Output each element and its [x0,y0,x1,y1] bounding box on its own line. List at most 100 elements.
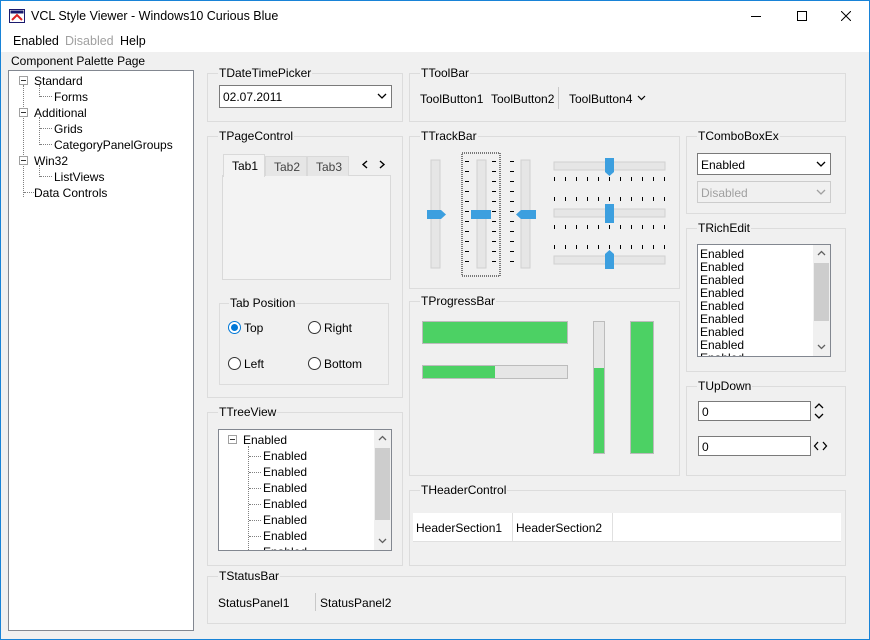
comboboxex-disabled-value: Disabled [701,186,748,200]
palette-label: Component Palette Page [11,54,146,68]
tree-node[interactable]: Enabled [263,465,307,479]
updown-vertical[interactable] [814,402,824,421]
menu-disabled[interactable]: Disabled [65,34,114,48]
chevron-up-icon[interactable] [378,435,387,441]
close-button[interactable] [823,1,869,31]
palette-tree[interactable]: Standard Forms Additional Grids Category… [8,70,194,631]
tree-item-forms[interactable]: Forms [54,90,88,104]
tree-item-additional[interactable]: Additional [34,106,87,120]
comboboxex-disabled[interactable]: Disabled [697,181,831,203]
tree-item-standard[interactable]: Standard [34,74,83,88]
comboboxex-enabled[interactable]: Enabled [697,153,831,175]
app-icon [9,9,25,23]
tree-node[interactable]: Enabled [263,449,307,463]
status-panel-1: StatusPanel1 [218,596,290,610]
progress-bar-1 [422,321,568,344]
header-section-2[interactable]: HeaderSection2 [513,513,613,541]
updown-group-title: TUpDown [697,379,753,393]
menu-help[interactable]: Help [120,34,146,48]
status-panel-2: StatusPanel2 [320,596,392,610]
chevron-left-icon[interactable] [361,160,369,169]
radio-top-label: Top [244,321,264,335]
radio-top[interactable] [228,321,241,334]
header-group-title: THeaderControl [420,483,508,497]
menu-enabled[interactable]: Enabled [13,34,59,48]
tab-2-label: Tab2 [274,160,301,174]
minimize-button[interactable] [733,1,779,31]
date-picker[interactable]: 02.07.2011 [219,85,392,108]
chevron-down-icon[interactable] [817,344,826,350]
collapse-icon[interactable] [228,435,237,444]
tree-item-listviews[interactable]: ListViews [54,170,104,184]
close-icon [841,11,851,21]
comboboxex-group-title: TComboBoxEx [697,129,780,143]
trackbars[interactable] [416,149,676,281]
tree-root[interactable]: Enabled [243,433,287,447]
tree-node[interactable]: Enabled [263,497,307,511]
tab-1-label: Tab1 [232,159,259,173]
chevron-down-icon [377,93,387,99]
statusbar-group [207,576,846,624]
status-separator [315,593,316,611]
rich-edit-line: Enabled [700,247,745,261]
scrollbar-thumb[interactable] [814,263,829,321]
updown-horizontal[interactable] [813,441,828,451]
toolbutton-4[interactable]: ToolButton4 [569,92,632,106]
tree-item-win32[interactable]: Win32 [34,154,68,168]
treeview-scrollbar[interactable] [374,430,391,550]
tree-item-categorypanelgroups[interactable]: CategoryPanelGroups [54,138,173,152]
collapse-icon[interactable] [19,76,28,85]
header-section-2-label: HeaderSection2 [516,521,603,535]
window-title: VCL Style Viewer - Windows10 Curious Blu… [31,9,279,23]
tab-3[interactable]: Tab3 [307,156,349,176]
tree-node[interactable]: Enabled [263,529,307,543]
tree-view[interactable]: Enabled Enabled Enabled Enabled Enabled Enab… [218,429,392,551]
header-section-1-label: HeaderSection1 [416,521,503,535]
collapse-icon[interactable] [19,156,28,165]
chevron-down-icon [816,161,826,167]
toolbutton-2[interactable]: ToolButton2 [491,92,554,106]
richedit-group-title: TRichEdit [697,221,752,235]
trackbar-group-title: TTrackBar [420,129,478,143]
date-value: 02.07.2011 [223,90,283,104]
tree-item-grids[interactable]: Grids [54,122,83,136]
tree-item-data-controls[interactable]: Data Controls [34,186,107,200]
rich-edit-line: Enabled [700,325,745,339]
richedit-scrollbar[interactable] [813,245,830,356]
tab-1[interactable]: Tab1 [223,154,265,177]
updown-value-1: 0 [702,405,709,419]
maximize-button[interactable] [779,1,825,31]
treeview-group-title: TTreeView [218,405,278,419]
updown-edit-2[interactable]: 0 [698,436,811,456]
collapse-icon[interactable] [19,108,28,117]
progress-bar-4 [630,321,654,454]
radio-bottom[interactable] [308,357,321,370]
rich-edit-line: Enabled [700,299,745,313]
tab-2[interactable]: Tab2 [265,156,307,176]
chevron-down-icon[interactable] [378,538,387,544]
updown-group [686,386,846,476]
tree-node[interactable]: Enabled [263,513,307,527]
toolbar-separator [558,87,559,109]
rich-edit-line: Enabled [700,286,745,300]
updown-edit-1[interactable]: 0 [698,401,811,421]
progress-bar-3 [593,321,605,454]
header-control: HeaderSection1 HeaderSection2 [413,513,841,542]
radio-left[interactable] [228,357,241,370]
rich-edit[interactable]: Enabled Enabled Enabled Enabled Enabled Enabl… [697,244,831,357]
radio-right[interactable] [308,321,321,334]
scrollbar-thumb[interactable] [375,448,390,520]
maximize-icon [797,11,807,21]
chevron-right-icon[interactable] [378,160,386,169]
title-bar[interactable]: VCL Style Viewer - Windows10 Curious Blu… [1,1,869,31]
chevron-down-icon [816,189,826,195]
progressbar-group-title: TProgressBar [420,294,497,308]
chevron-down-icon[interactable] [637,95,646,101]
rich-edit-line: Enabled [700,260,745,274]
chevron-up-icon[interactable] [817,250,826,256]
rich-edit-line: Enabled [700,351,744,356]
toolbutton-1[interactable]: ToolButton1 [420,92,483,106]
tree-node[interactable]: Enabled [263,545,307,550]
header-section-1[interactable]: HeaderSection1 [413,513,513,541]
tree-node[interactable]: Enabled [263,481,307,495]
